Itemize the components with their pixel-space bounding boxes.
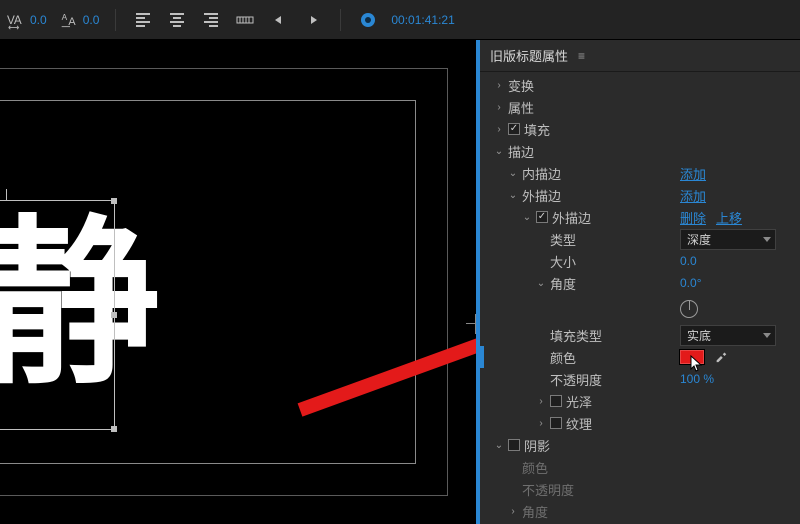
sheen-row[interactable]: ›光泽 [480,392,680,411]
outer-stroke-item-checkbox[interactable] [536,211,548,223]
stroke-size-value[interactable]: 0.0 [680,254,697,268]
texture-row[interactable]: ›纹理 [480,414,680,433]
section-fill[interactable]: ›填充 [480,120,680,139]
chevron-right-icon: › [494,102,504,113]
show-video-icon[interactable] [357,9,379,31]
outer-stroke-add-link[interactable]: 添加 [680,186,706,205]
chevron-right-icon: › [508,506,518,517]
properties-panel: 旧版标题属性 ≡ ›变换 ›属性 ›填充 ⌄描边 ⌄内描边 添加 ⌄外描边 添加 [480,40,800,524]
fill-checkbox[interactable] [508,123,520,135]
stroke-color-label: 颜色 [480,348,680,367]
baseline-shift-icon: AA [59,9,81,31]
fill-type-dropdown[interactable]: 实底 [680,325,776,346]
eyedropper-icon[interactable] [714,349,728,366]
tab-stop-right-icon[interactable] [302,9,324,31]
row-highlight [480,346,484,368]
baseline-tick [6,189,7,201]
shadow-opacity-label: 不透明度 [480,480,680,499]
fill-type-label: 填充类型 [480,326,680,345]
outer-stroke[interactable]: ⌄外描边 [480,186,680,205]
stroke-type-label: 类型 [480,230,680,249]
section-stroke[interactable]: ⌄描边 [480,142,680,161]
chevron-down-icon: ⌄ [494,440,504,451]
outer-stroke-moveup-link[interactable]: 上移 [716,208,742,227]
tab-stop-left-icon[interactable] [268,9,290,31]
kerning-value[interactable]: 0.0 [30,13,47,27]
stroke-type-dropdown[interactable]: 深度 [680,229,776,250]
stroke-color-swatch[interactable] [680,350,704,364]
svg-text:A: A [68,16,76,28]
program-monitor[interactable]: 静 [0,40,480,524]
chevron-down-icon: ⌄ [508,168,518,179]
panel-title: 旧版标题属性 [490,46,568,65]
section-shadow[interactable]: ⌄阴影 [480,436,680,455]
stroke-opacity-value[interactable]: 100 % [680,372,714,386]
shadow-angle-label[interactable]: ›角度 [480,502,680,521]
stroke-angle-value[interactable]: 0.0° [680,276,702,290]
section-attributes[interactable]: ›属性 [480,98,680,117]
shadow-color-label: 颜色 [480,458,680,477]
toolbar-separator [115,9,116,31]
chevron-right-icon: › [536,396,546,407]
texture-checkbox[interactable] [550,417,562,429]
baseline-shift-control[interactable]: AA 0.0 [59,9,100,31]
toolbar: VA 0.0 AA 0.0 00:01:41:21 [0,0,800,40]
angle-dial-icon[interactable] [680,300,698,318]
text-selection-bbox[interactable] [0,200,115,430]
stroke-size-label: 大小 [480,252,680,271]
sheen-checkbox[interactable] [550,395,562,407]
chevron-right-icon: › [536,418,546,429]
chevron-right-icon: › [494,80,504,91]
baseline-shift-value[interactable]: 0.0 [83,13,100,27]
align-center-icon[interactable] [166,9,188,31]
stroke-opacity-label: 不透明度 [480,370,680,389]
align-right-icon[interactable] [200,9,222,31]
stroke-angle-label[interactable]: ⌄角度 [480,274,680,293]
chevron-right-icon: › [494,124,504,135]
chevron-down-icon: ⌄ [494,146,504,157]
kerning-control[interactable]: VA 0.0 [6,9,47,31]
inner-stroke-add-link[interactable]: 添加 [680,164,706,183]
chevron-down-icon: ⌄ [536,278,546,289]
outer-stroke-item[interactable]: ⌄外描边 [480,208,680,227]
svg-text:VA: VA [7,14,22,27]
panel-header: 旧版标题属性 ≡ [480,40,800,72]
outer-stroke-delete-link[interactable]: 删除 [680,208,706,227]
resize-handle[interactable] [111,312,117,318]
panel-menu-icon[interactable]: ≡ [578,49,585,63]
tab-ruler-icon[interactable] [234,9,256,31]
chevron-down-icon: ⌄ [508,190,518,201]
align-left-icon[interactable] [132,9,154,31]
chevron-down-icon: ⌄ [522,212,532,223]
section-transform[interactable]: ›变换 [480,76,680,95]
svg-text:A: A [61,12,67,22]
toolbar-separator-2 [340,9,341,31]
shadow-checkbox[interactable] [508,439,520,451]
timecode-display[interactable]: 00:01:41:21 [391,13,454,27]
anchor-crosshair [472,320,480,328]
inner-stroke[interactable]: ⌄内描边 [480,164,680,183]
kerning-icon: VA [6,9,28,31]
